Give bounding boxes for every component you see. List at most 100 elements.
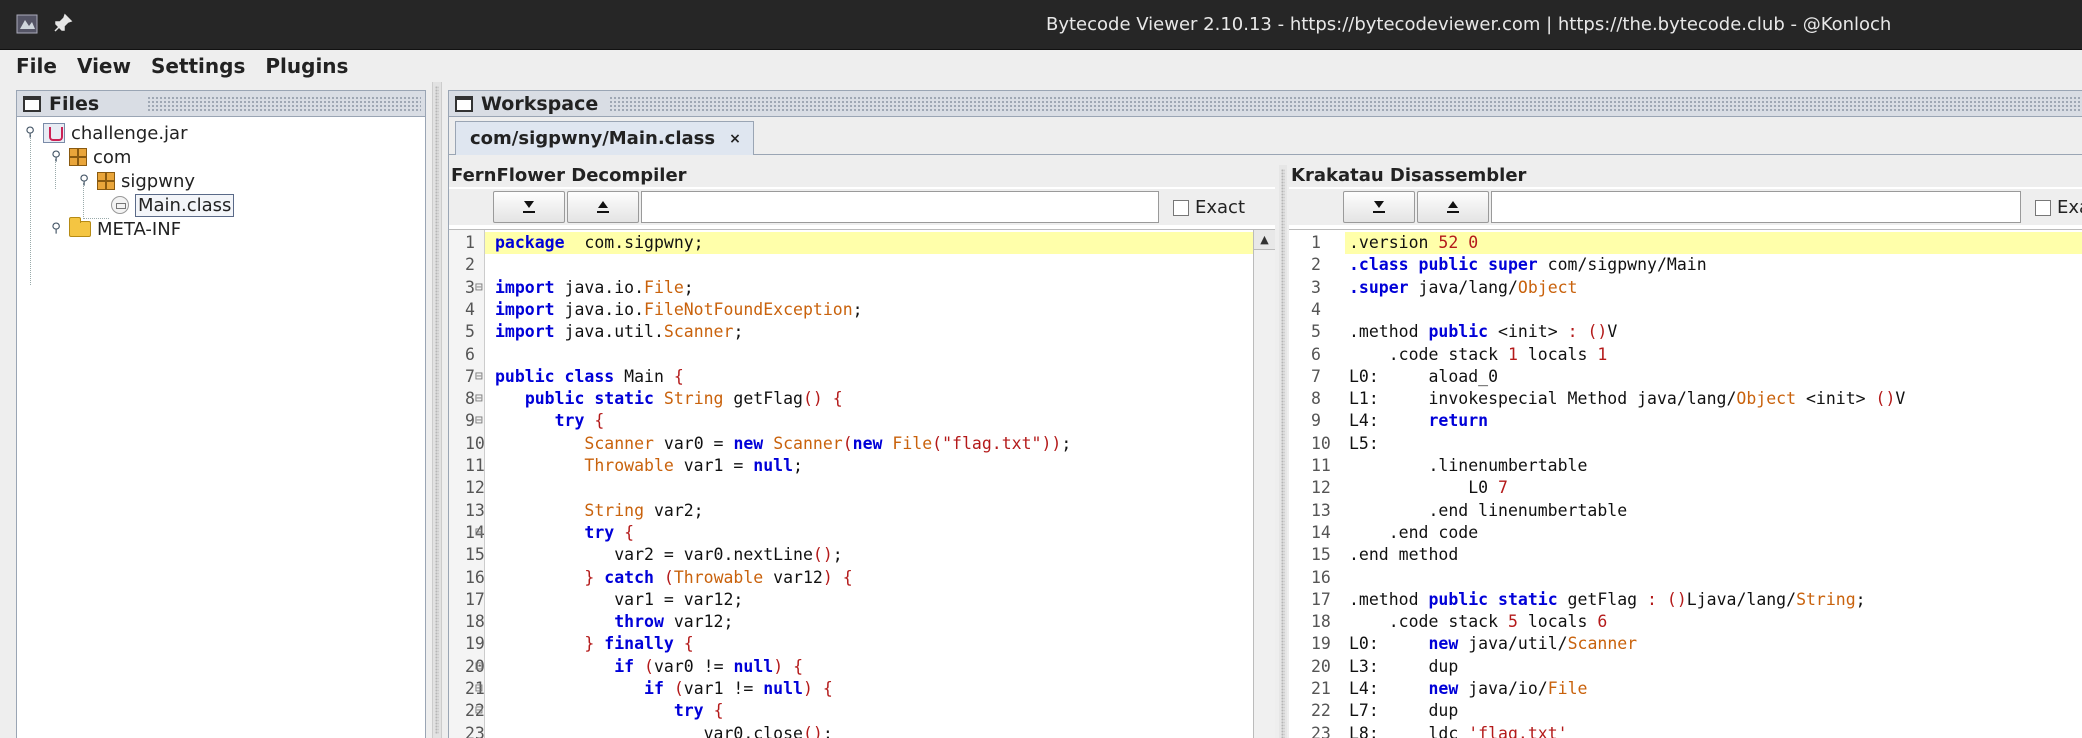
code-line: 14 .end code [1289, 522, 2082, 544]
code-line: 2 [449, 254, 1275, 276]
code-token: .code stack [1349, 612, 1508, 632]
workspace-header[interactable]: Workspace [449, 91, 2082, 117]
menu-view[interactable]: View [77, 54, 131, 78]
code-token: try [554, 411, 585, 431]
code-token: ( [673, 679, 684, 698]
code-token: L5: [1349, 433, 1379, 453]
code-token: catch [604, 567, 654, 587]
menu-settings[interactable]: Settings [151, 54, 245, 78]
line-number: 15 [1311, 545, 1331, 565]
code-line: 18 throw var12; [449, 611, 1275, 633]
tab-main-class[interactable]: com/sigpwny/Main.class × [455, 121, 754, 155]
code-text: public static String getFlag() { [495, 388, 843, 410]
pane-splitter[interactable] [1279, 165, 1287, 738]
line-number: 1 [1311, 233, 1321, 252]
search-input[interactable] [1491, 191, 2021, 223]
expanded-toggle-icon[interactable]: ⚲ [49, 150, 63, 164]
exact-checkbox[interactable]: Exact [1173, 197, 1245, 218]
decompiled-code-area[interactable]: ▲ 1 package com.sigpwny; 2 3 ⊟ import java.io… [449, 229, 1275, 738]
code-token: : [1647, 589, 1657, 609]
code-token: getFlag [723, 389, 803, 409]
tree-item-meta-inf[interactable]: ⚲ META-INF [49, 217, 181, 241]
code-line: 1 .version 52 0 [1311, 232, 2082, 255]
previous-match-button[interactable] [1417, 191, 1489, 223]
folder-icon [69, 217, 91, 237]
code-text: .class public super com/sigpwny/Main [1349, 254, 1707, 276]
code-line: 10 L5: [1289, 433, 2082, 455]
tree-item-main-class[interactable]: Main.class [111, 193, 235, 217]
line-number: 8 [1311, 389, 1321, 409]
code-line: 15 .end method [1289, 544, 2082, 566]
menu-file[interactable]: File [16, 54, 57, 78]
menu-plugins[interactable]: Plugins [265, 54, 348, 78]
code-line: 13 .end linenumbertable [1289, 500, 2082, 522]
code-line: 7 L0: aload_0 [1289, 366, 2082, 388]
line-number: 5 [465, 322, 475, 342]
code-token: public static [1428, 589, 1558, 609]
line-number: 21 [1311, 679, 1331, 698]
code-token: .end method [1349, 545, 1459, 565]
tree-item-challenge-jar[interactable]: ⚲ challenge.jar [23, 121, 187, 145]
code-text: if (var1 != null) { [495, 678, 833, 700]
disassembly-code-area[interactable]: 1 .version 52 0 2 .class public super com/s… [1289, 229, 2082, 738]
code-text: import java.util.Scanner; [495, 321, 743, 343]
pin-icon[interactable] [52, 12, 74, 34]
code-token: FileNotFoundException [644, 299, 853, 319]
expanded-toggle-icon[interactable]: ⚲ [77, 174, 91, 188]
fold-toggle-icon[interactable]: ⊟ [475, 410, 483, 432]
code-token: ; [1061, 433, 1072, 453]
scroll-up-icon[interactable]: ▲ [1254, 230, 1275, 250]
next-match-button[interactable] [1343, 191, 1415, 223]
code-line: 16 } catch (Throwable var12) { [449, 567, 1275, 589]
fold-toggle-icon[interactable]: ⊟ [475, 700, 483, 722]
code-token: new [852, 433, 883, 453]
checkbox-box[interactable] [2035, 199, 2051, 216]
code-token: ; [793, 456, 803, 475]
code-token: locals [1517, 612, 1598, 632]
fold-toggle-icon[interactable]: ⊟ [475, 678, 483, 700]
code-token: String [1796, 589, 1856, 609]
close-icon[interactable]: × [729, 131, 741, 147]
files-panel-header[interactable]: Files [17, 91, 425, 117]
tree-item-sigpwny[interactable]: ⚲ sigpwny [77, 169, 195, 193]
arrow-down-icon [1373, 201, 1385, 213]
fold-toggle-icon[interactable]: ⊟ [475, 388, 483, 410]
exact-checkbox[interactable]: Exac [2035, 197, 2082, 218]
fold-toggle-icon[interactable]: ⊟ [475, 522, 483, 544]
collapsed-toggle-icon[interactable]: ⚲ [49, 222, 63, 236]
code-token: ; [1855, 589, 1866, 609]
code-line: 3 .super java/lang/Object [1289, 277, 2082, 299]
code-text: try { [495, 700, 724, 722]
fold-toggle-icon[interactable]: ⊟ [475, 277, 483, 299]
expanded-toggle-icon[interactable]: ⚲ [23, 126, 37, 140]
line-number: 20 [1311, 656, 1331, 676]
previous-match-button[interactable] [567, 191, 639, 223]
fold-toggle-icon[interactable]: ⊟ [475, 656, 483, 678]
window-icon [455, 95, 473, 112]
tab-strip: com/sigpwny/Main.class × [449, 117, 2082, 155]
checkbox-box[interactable] [1173, 199, 1189, 216]
search-input[interactable] [641, 191, 1159, 223]
tree-item-com[interactable]: ⚲ com [49, 145, 131, 169]
krakatau-pane: Krakatau Disassembler Exac 1 .version 52 … [1289, 165, 2082, 738]
code-token: () [1666, 589, 1687, 609]
code-token: .end linenumbertable [1349, 500, 1628, 520]
code-line: 4 import java.io.FileNotFoundException; [449, 299, 1275, 321]
code-text: if (var0 != null) { [495, 656, 803, 678]
code-token: getFlag [1557, 589, 1648, 609]
code-text: .code stack 5 locals 6 [1349, 611, 1608, 633]
code-token: 1 [1597, 344, 1608, 364]
code-token: var12; [663, 612, 734, 632]
next-match-button[interactable] [493, 191, 565, 223]
code-line: 2 .class public super com/sigpwny/Main [1289, 254, 2082, 276]
line-number: 5 [1311, 322, 1321, 342]
code-token: L8: ldc [1349, 723, 1469, 738]
panel-splitter[interactable] [432, 82, 442, 738]
fold-toggle-icon[interactable]: ⊟ [475, 366, 483, 388]
